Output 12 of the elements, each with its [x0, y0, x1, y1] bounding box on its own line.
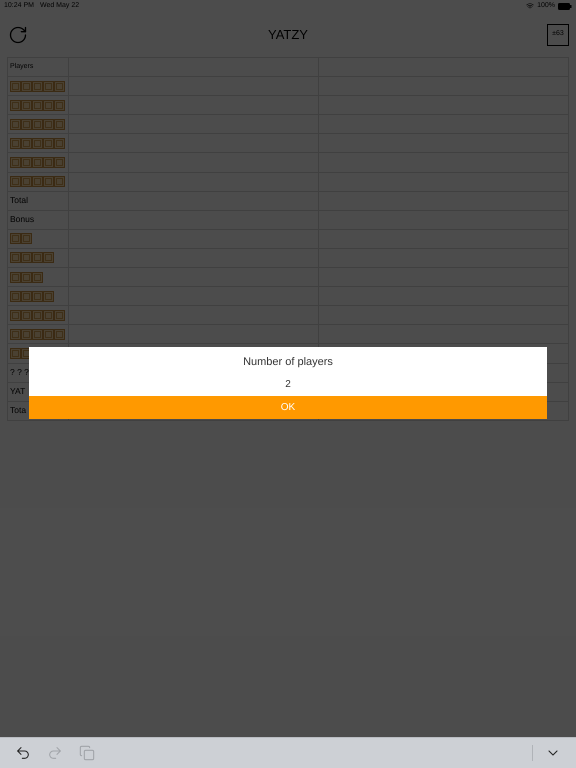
ok-button[interactable]: OK [29, 396, 547, 418]
row-label: ? ? ? [10, 366, 29, 379]
row-label: YAT [10, 385, 26, 398]
row-label: Bonus [10, 213, 34, 226]
app-title: YATZY [268, 26, 308, 44]
players-input[interactable]: 2 [258, 376, 318, 392]
row-label: Tota [10, 404, 26, 418]
undo-icon [15, 745, 31, 761]
dialog-title: Number of players [242, 355, 334, 370]
paste-icon [79, 745, 95, 761]
row-label: Total [10, 194, 28, 208]
redo-icon [47, 745, 63, 761]
